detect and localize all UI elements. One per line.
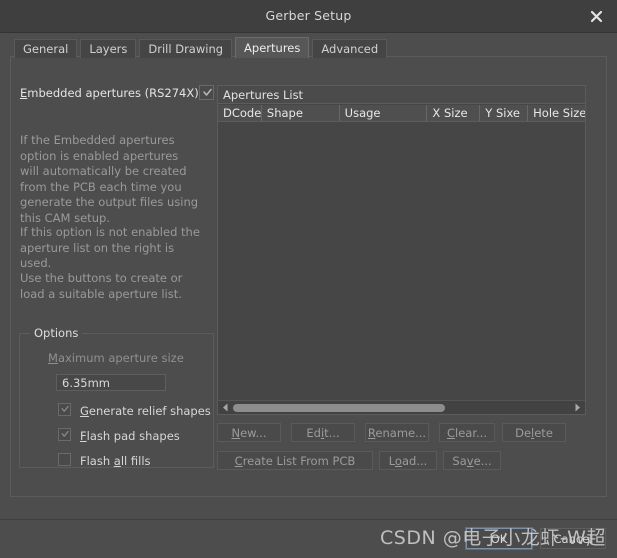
dialog-footer: OK Cancel	[0, 519, 617, 558]
accel-char: C	[234, 454, 243, 468]
embedded-apertures-label-rest: mbedded apertures (RS274X)	[27, 86, 199, 100]
embedded-apertures-checkbox[interactable]	[199, 85, 214, 100]
save-button-label-tail: e...	[473, 454, 492, 468]
tab-layers[interactable]: Layers	[80, 39, 137, 58]
column-header-shape[interactable]: Shape	[262, 105, 340, 121]
new-button-label: ew...	[240, 426, 267, 440]
tab-bar: General Layers Drill Drawing Apertures A…	[14, 37, 390, 58]
flash-pad-shapes-label: Flash pad shapes	[80, 429, 180, 443]
delete-button-label-prefix: De	[515, 426, 532, 440]
accel-char: M	[48, 351, 58, 365]
apertures-list-header: DCode Shape Usage X Size Y Sixe Hole Siz…	[218, 105, 585, 122]
edit-button[interactable]: Edit...	[291, 423, 355, 442]
column-header-dcode[interactable]: DCode	[218, 105, 262, 121]
tab-page-apertures: Embedded apertures (RS274X) If the Embed…	[10, 56, 607, 497]
clear-button-label: lear...	[455, 426, 487, 440]
tab-drill-drawing[interactable]: Drill Drawing	[139, 39, 233, 58]
accel-char: v	[466, 454, 474, 468]
gerber-setup-dialog: Gerber Setup General Layers Drill Drawin…	[0, 0, 617, 558]
tab-advanced[interactable]: Advanced	[312, 39, 388, 58]
accel-char: N	[231, 426, 241, 440]
delete-button-label-tail: ete	[534, 426, 553, 440]
triangle-right-icon[interactable]	[571, 401, 584, 414]
ok-button[interactable]: OK	[465, 527, 533, 550]
flash-all-fills-label-tail: ll fills	[120, 454, 151, 468]
options-group: Options Maximum aperture size Generate r…	[19, 326, 214, 468]
flash-all-fills-checkbox[interactable]	[58, 453, 71, 466]
new-button[interactable]: New...	[217, 423, 281, 442]
edit-button-label-prefix: Ed	[306, 426, 321, 440]
clear-button[interactable]: Clear...	[439, 423, 495, 442]
accel-char: C	[447, 426, 456, 440]
tab-general[interactable]: General	[14, 39, 78, 58]
column-header-usage[interactable]: Usage	[340, 105, 428, 121]
max-aperture-size-label-rest: aximum aperture size	[57, 351, 184, 365]
apertures-list-panel: Apertures List DCode Shape Usage X Size …	[217, 85, 586, 415]
column-header-hole-size[interactable]: Hole Size	[528, 105, 585, 121]
flash-all-fills-label-prefix: Flash	[80, 454, 114, 468]
generate-relief-shapes-checkbox[interactable]	[58, 403, 71, 416]
dialog-content: General Layers Drill Drawing Apertures A…	[10, 36, 607, 517]
description-paragraph-1: If the Embedded apertures option is enab…	[20, 133, 199, 225]
flash-all-fills-label: Flash all fills	[80, 454, 151, 468]
max-aperture-size-input[interactable]	[56, 374, 166, 391]
hscrollbar-thumb[interactable]	[233, 404, 445, 412]
apertures-list-hscrollbar[interactable]	[218, 400, 585, 414]
description-paragraph-3: Use the buttons to create or load a suit…	[20, 271, 183, 301]
triangle-left-icon[interactable]	[219, 401, 232, 414]
apertures-list-body[interactable]	[218, 122, 585, 399]
generate-relief-shapes-label: Generate relief shapes	[80, 404, 211, 418]
edit-button-label-tail: t...	[324, 426, 340, 440]
max-aperture-size-label: Maximum aperture size	[48, 351, 184, 365]
apertures-list-caption: Apertures List	[218, 86, 585, 104]
delete-button[interactable]: Delete	[502, 423, 566, 442]
flash-pad-shapes-label-rest: lash pad shapes	[86, 429, 180, 443]
embedded-apertures-label: Embedded apertures (RS274X)	[20, 86, 199, 100]
load-button-label-tail: ad...	[401, 454, 428, 468]
load-button[interactable]: Load...	[379, 451, 437, 470]
save-button-label-prefix: Sa	[452, 454, 467, 468]
accel-char: o	[394, 454, 402, 468]
flash-pad-shapes-checkbox[interactable]	[58, 428, 71, 441]
close-icon[interactable]	[583, 4, 609, 28]
title-bar: Gerber Setup	[0, 0, 617, 33]
rename-button[interactable]: Rename...	[365, 423, 429, 442]
column-header-x-size[interactable]: X Size	[427, 105, 481, 121]
window-title: Gerber Setup	[265, 8, 352, 23]
accel-char: F	[80, 429, 87, 443]
rename-button-label: ename...	[375, 426, 427, 440]
embedded-apertures-row: Embedded apertures (RS274X)	[20, 85, 220, 103]
accel-char: a	[113, 454, 121, 468]
save-button[interactable]: Save...	[443, 451, 501, 470]
column-header-y-size[interactable]: Y Sixe	[480, 105, 529, 121]
tab-apertures[interactable]: Apertures	[235, 37, 310, 58]
generate-relief-shapes-label-rest: enerate relief shapes	[88, 404, 211, 418]
options-group-title: Options	[30, 326, 83, 340]
description-paragraph-2: If this option is not enabled the apertu…	[20, 225, 200, 271]
create-list-from-pcb-button[interactable]: Create List From PCB	[217, 451, 373, 470]
accel-char: G	[80, 404, 89, 418]
create-list-from-pcb-button-label: reate List From PCB	[242, 454, 356, 468]
cancel-button[interactable]: Cancel	[540, 528, 606, 549]
